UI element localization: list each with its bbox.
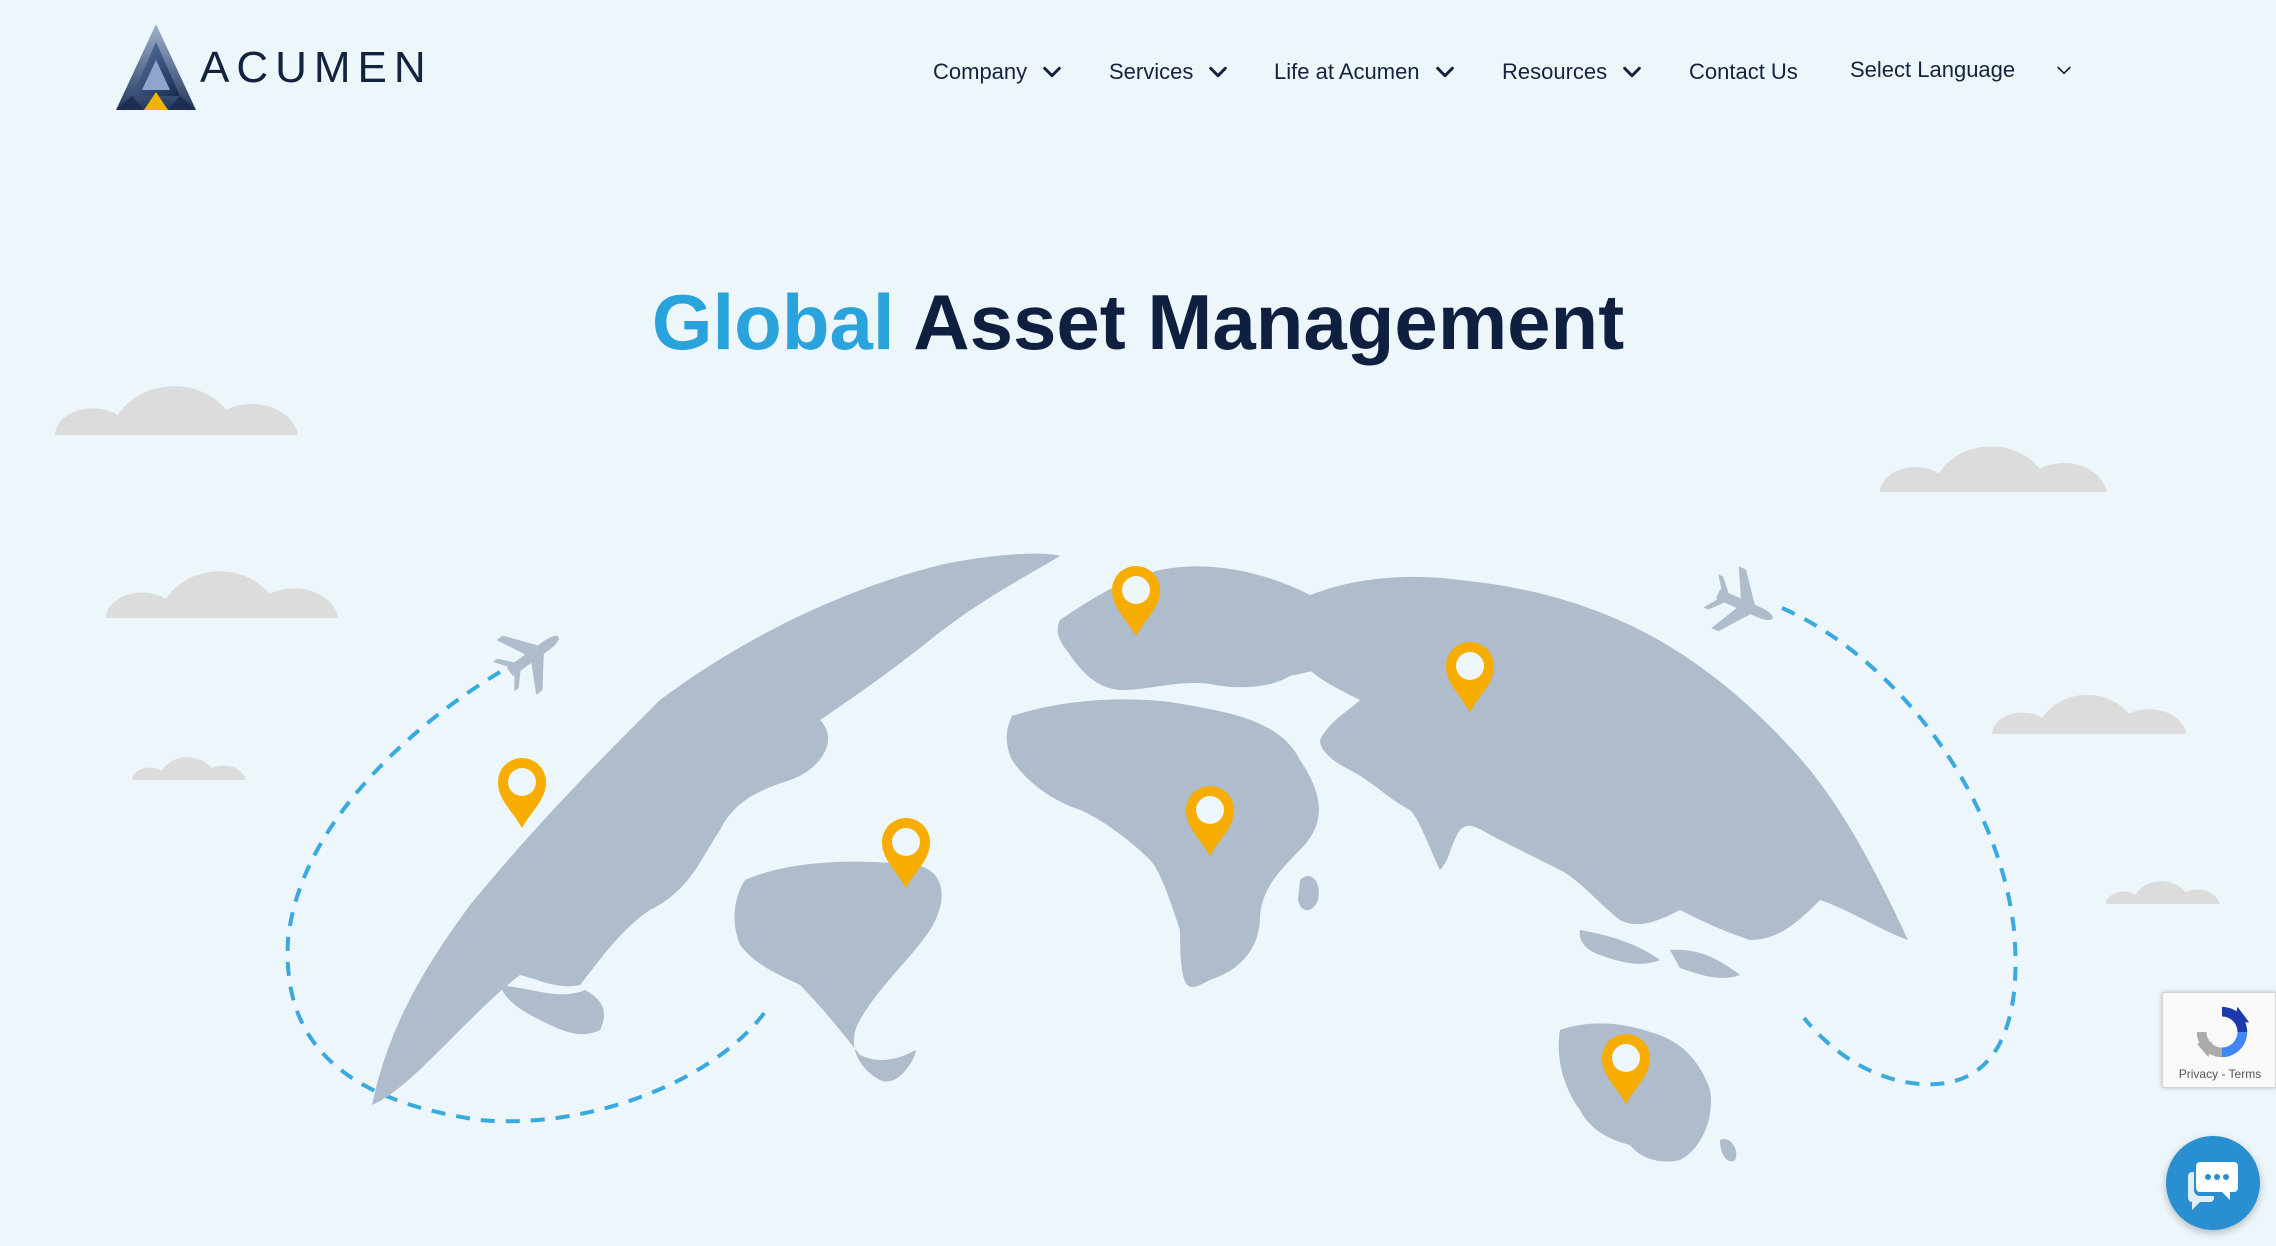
- recaptcha-links[interactable]: Privacy - Terms: [2163, 1067, 2276, 1081]
- nav-item-label: Resources: [1502, 59, 1608, 84]
- chat-button[interactable]: [2166, 1136, 2260, 1230]
- nav-item-services[interactable]: Services: [1109, 52, 1229, 92]
- world-map-icon: [372, 553, 1908, 1162]
- chevron-down-icon: [1209, 66, 1228, 78]
- nav-item-label: Services: [1109, 59, 1194, 84]
- airplane-icon: [483, 609, 579, 704]
- nav-item-company[interactable]: Company: [933, 52, 1063, 92]
- cloud-icon: [2106, 881, 2220, 904]
- recaptcha-badge[interactable]: Privacy - Terms: [2162, 992, 2276, 1088]
- cloud-icon: [132, 757, 246, 780]
- nav-item-resources[interactable]: Resources: [1502, 52, 1643, 92]
- hero-illustration: [55, 386, 2220, 1162]
- chat-bubble-icon: [2188, 1162, 2238, 1210]
- language-select[interactable]: Select Language: [1850, 52, 2071, 88]
- cloud-icon: [1880, 446, 2107, 492]
- nav-item-label: Life at Acumen: [1274, 59, 1420, 84]
- recaptcha-icon: [2196, 1006, 2250, 1058]
- nav-item-contact-us[interactable]: Contact Us: [1689, 52, 1798, 92]
- nav-item-label: Company: [933, 59, 1028, 84]
- nav-item-label: Contact Us: [1689, 59, 1798, 84]
- cloud-icon: [55, 386, 298, 435]
- location-pin-icon: [498, 758, 546, 828]
- language-select-label: Select Language: [1850, 57, 2016, 82]
- chevron-down-icon: [2057, 66, 2071, 75]
- airplane-icon: [1697, 559, 1787, 650]
- cloud-icon: [1992, 694, 2187, 734]
- chevron-down-icon: [1623, 66, 1641, 78]
- cloud-icon: [106, 571, 339, 618]
- nav-item-life-at-acumen[interactable]: Life at Acumen: [1274, 52, 1456, 92]
- chevron-down-icon: [1043, 66, 1061, 78]
- chevron-down-icon: [1435, 66, 1454, 78]
